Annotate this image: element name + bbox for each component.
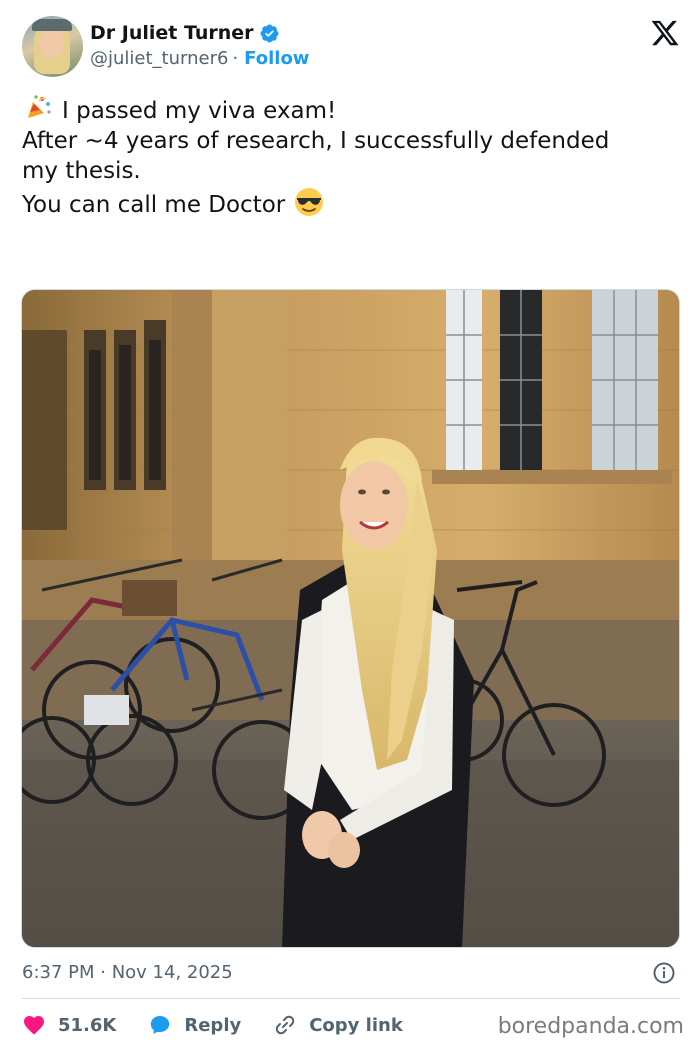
tweet-card: Dr Juliet Turner @juliet_turner6 · Follo… xyxy=(0,0,700,1051)
tweet-line-6: You can call me Doctor xyxy=(22,186,682,220)
handle-row: @juliet_turner6 · Follow xyxy=(90,48,309,69)
reply-bubble-icon xyxy=(151,1016,170,1034)
author-info: Dr Juliet Turner @juliet_turner6 · Follo… xyxy=(90,22,309,69)
avatar-cap xyxy=(32,19,72,31)
avatar[interactable] xyxy=(22,16,83,77)
tweet-header: Dr Juliet Turner @juliet_turner6 · Follo… xyxy=(22,16,680,78)
tweet-line-4: my thesis. xyxy=(22,158,141,184)
tweet-line-1: I passed my viva exam! xyxy=(22,92,682,126)
author-handle[interactable]: @juliet_turner6 xyxy=(90,48,228,69)
tweet-photo[interactable] xyxy=(21,289,680,948)
separator: · xyxy=(232,48,239,69)
copy-link-label: Copy link xyxy=(309,1014,403,1036)
tweet-meta: 6:37 PM · Nov 14, 2025 xyxy=(22,958,680,988)
avatar-face xyxy=(40,28,64,58)
tweet-text: I passed my viva exam! After ~4 years of… xyxy=(22,92,682,220)
author-display-name[interactable]: Dr Juliet Turner xyxy=(90,22,254,44)
copy-link-button[interactable]: Copy link xyxy=(273,1013,403,1037)
reply-button[interactable]: Reply xyxy=(148,1013,241,1037)
info-icon[interactable] xyxy=(652,961,676,985)
name-row: Dr Juliet Turner xyxy=(90,22,309,44)
watermark: boredpanda.com xyxy=(497,1014,684,1039)
link-icon xyxy=(275,1015,295,1035)
like-button[interactable]: 51.6K xyxy=(22,1013,116,1037)
verified-badge-icon xyxy=(260,24,278,42)
tweet-line-1-text: I passed my viva exam! xyxy=(62,98,337,124)
timestamp-link[interactable]: 6:37 PM · Nov 14, 2025 xyxy=(22,962,233,983)
reply-label: Reply xyxy=(184,1014,242,1036)
like-count: 51.6K xyxy=(58,1014,117,1036)
follow-button[interactable]: Follow xyxy=(244,48,309,69)
tweet-line-6-text: You can call me Doctor xyxy=(22,192,286,218)
sunglasses-emoji-icon xyxy=(294,188,323,216)
graduate-photo-image xyxy=(22,290,679,947)
divider xyxy=(22,998,680,999)
tweet-line-3: After ~4 years of research, I successful… xyxy=(22,128,610,154)
x-logo-icon[interactable] xyxy=(650,18,680,48)
party-popper-emoji-icon xyxy=(28,95,51,118)
tweet-actions: 51.6K Reply Copy link xyxy=(22,1008,435,1042)
heart-icon xyxy=(24,1016,44,1035)
